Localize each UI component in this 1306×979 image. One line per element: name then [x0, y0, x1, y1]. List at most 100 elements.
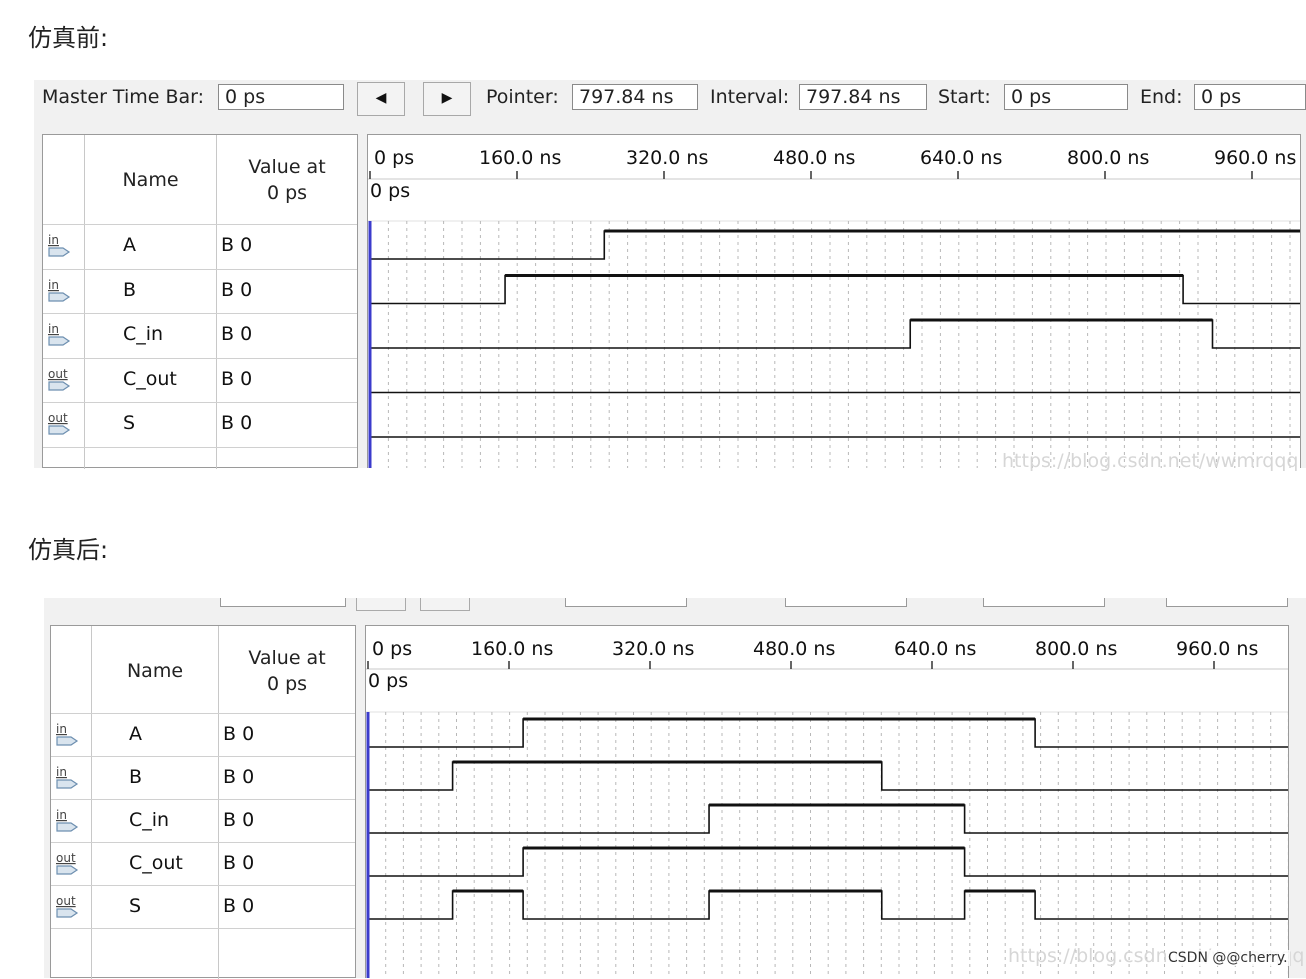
- value-column-header[interactable]: Value at 0 ps: [219, 645, 355, 697]
- value-column-header[interactable]: Value at 0 ps: [217, 154, 357, 206]
- end-label: End:: [1140, 86, 1183, 108]
- table-row[interactable]: out C_out B 0: [51, 842, 355, 885]
- signal-name: C_in: [129, 808, 170, 831]
- right-arrow-icon: ▶: [441, 90, 453, 106]
- value-header-line2: 0 ps: [266, 182, 308, 204]
- master-time-bar-field-after[interactable]: [220, 598, 346, 607]
- master-time-bar-label: Master Time Bar:: [42, 86, 205, 108]
- watermark-before: https://blog.csdn.net/wwmrqqq: [1002, 450, 1299, 472]
- time-tick-label: 320.0 ns: [612, 638, 694, 660]
- time-cursor-label: 0 ps: [368, 670, 408, 692]
- waveform-area-after[interactable]: 0 ps 160.0 ns 320.0 ns 480.0 ns 640.0 ns 800.…: [365, 625, 1289, 978]
- svg-text:out: out: [48, 411, 68, 425]
- table-row[interactable]: out C_out B 0: [43, 358, 357, 403]
- next-transition-button[interactable]: ▶: [423, 82, 471, 116]
- table-row[interactable]: out S B 0: [51, 885, 355, 928]
- input-pin-icon: in: [47, 278, 73, 304]
- svg-text:in: in: [56, 722, 67, 736]
- svg-text:in: in: [56, 765, 67, 779]
- table-row[interactable]: out S B 0: [43, 402, 357, 447]
- input-pin-icon: in: [47, 322, 73, 348]
- prev-transition-button-after[interactable]: [356, 598, 406, 611]
- time-tick-label: 480.0 ns: [753, 638, 835, 660]
- signal-value: B 0: [221, 412, 253, 435]
- start-field[interactable]: 0 ps: [1004, 84, 1128, 110]
- csdn-credit: CSDN @@cherry.: [1166, 950, 1290, 966]
- pointer-field[interactable]: 797.84 ns: [572, 84, 698, 110]
- signal-name: A: [129, 722, 142, 745]
- pointer-label: Pointer:: [486, 86, 559, 108]
- name-column-header[interactable]: Name: [92, 658, 218, 684]
- next-transition-button-after[interactable]: [420, 598, 470, 611]
- table-row[interactable]: in A B 0: [43, 224, 357, 269]
- table-row[interactable]: in C_in B 0: [43, 313, 357, 358]
- time-toolbar: Master Time Bar: 0 ps ◀ ▶ Pointer: 797.8…: [34, 80, 1306, 118]
- time-tick-label: 640.0 ns: [894, 638, 976, 660]
- start-label: Start:: [938, 86, 991, 108]
- signal-table-before: Name Value at 0 ps in A B 0 in B B 0 in C_in B 0…: [42, 134, 358, 469]
- time-tick-label: 800.0 ns: [1035, 638, 1117, 660]
- time-tick-label: 0 ps: [374, 147, 414, 169]
- time-tick-label: 160.0 ns: [479, 147, 561, 169]
- prev-transition-button[interactable]: ◀: [357, 82, 405, 116]
- table-row[interactable]: in B B 0: [51, 756, 355, 799]
- end-field-after[interactable]: [1166, 598, 1288, 607]
- heading-before: 仿真前:: [28, 24, 109, 52]
- interval-label: Interval:: [710, 86, 790, 108]
- start-field-after[interactable]: [983, 598, 1105, 607]
- svg-text:in: in: [48, 278, 59, 292]
- signal-name: B: [129, 765, 143, 788]
- pointer-field-after[interactable]: [565, 598, 687, 607]
- signal-value: B 0: [221, 234, 253, 257]
- signal-name: S: [123, 412, 136, 435]
- input-pin-icon: in: [55, 765, 81, 791]
- time-tick-label: 960.0 ns: [1214, 147, 1296, 169]
- signal-name: C_out: [123, 367, 177, 390]
- time-tick-label: 800.0 ns: [1067, 147, 1149, 169]
- end-field[interactable]: 0 ps: [1194, 84, 1306, 110]
- signal-name: C_out: [129, 851, 183, 874]
- waveform-area-before[interactable]: 0 ps 160.0 ns 320.0 ns 480.0 ns 640.0 ns 800.…: [367, 134, 1301, 468]
- table-row[interactable]: in B B 0: [43, 269, 357, 314]
- signal-name: B: [123, 278, 137, 301]
- signal-value: B 0: [221, 323, 253, 346]
- time-tick-label: 960.0 ns: [1176, 638, 1258, 660]
- signal-value: B 0: [221, 278, 253, 301]
- time-tick-label: 640.0 ns: [920, 147, 1002, 169]
- time-tick-label: 160.0 ns: [471, 638, 553, 660]
- signal-value: B 0: [223, 765, 255, 788]
- input-pin-icon: in: [47, 233, 73, 259]
- svg-text:out: out: [56, 894, 76, 908]
- heading-after: 仿真后:: [28, 536, 109, 564]
- interval-field[interactable]: 797.84 ns: [799, 84, 927, 110]
- interval-field-after[interactable]: [785, 598, 907, 607]
- time-tick-label: 320.0 ns: [626, 147, 708, 169]
- table-row[interactable]: in C_in B 0: [51, 799, 355, 842]
- signal-value: B 0: [223, 722, 255, 745]
- output-pin-icon: out: [55, 851, 81, 877]
- master-time-bar-field[interactable]: 0 ps: [218, 84, 344, 110]
- svg-text:in: in: [48, 322, 59, 336]
- signal-table-after: Name Value at 0 ps in A B 0 in B B 0 in C_in B 0…: [50, 625, 356, 979]
- input-pin-icon: in: [55, 808, 81, 834]
- row-divider: [43, 446, 357, 448]
- value-header-line1: Value at: [248, 647, 326, 669]
- time-tick-label: 0 ps: [372, 638, 412, 660]
- signal-value: B 0: [223, 808, 255, 831]
- signal-name: C_in: [123, 323, 164, 346]
- name-column-header[interactable]: Name: [85, 167, 216, 193]
- waveform-canvas-after: 0 ps 160.0 ns 320.0 ns 480.0 ns 640.0 ns 800.…: [366, 638, 1288, 978]
- waveform-canvas-before: 0 ps 160.0 ns 320.0 ns 480.0 ns 640.0 ns 800.…: [368, 147, 1300, 468]
- signal-name: S: [129, 894, 142, 917]
- value-header-line2: 0 ps: [266, 673, 308, 695]
- time-tick-label: 480.0 ns: [773, 147, 855, 169]
- input-pin-icon: in: [55, 722, 81, 748]
- time-cursor-label: 0 ps: [370, 180, 410, 202]
- svg-text:out: out: [48, 367, 68, 381]
- output-pin-icon: out: [47, 411, 73, 437]
- signal-name: A: [123, 234, 136, 257]
- value-header-line1: Value at: [248, 156, 326, 178]
- left-arrow-icon: ◀: [375, 90, 387, 106]
- table-row[interactable]: in A B 0: [51, 713, 355, 756]
- row-divider: [51, 928, 355, 929]
